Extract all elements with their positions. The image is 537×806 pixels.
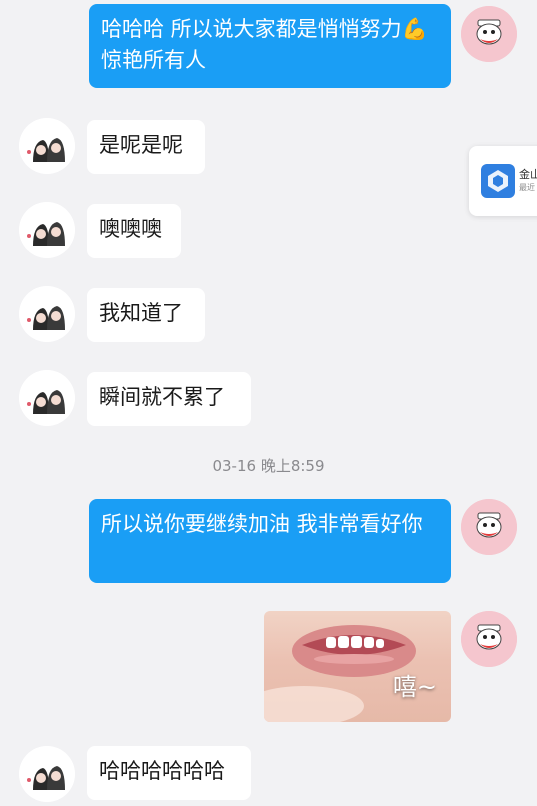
message-timestamp: 03-16 晚上8:59 xyxy=(212,457,325,475)
kingsoft-app-icon xyxy=(481,164,515,198)
message-bubble[interactable]: 是呢是呢 xyxy=(87,120,205,174)
monkey-avatar-icon xyxy=(461,611,517,667)
message-bubble[interactable]: 所以说你要继续加油 我非常看好你 xyxy=(89,499,451,583)
avatar-contact[interactable] xyxy=(19,202,75,258)
avatar-self[interactable] xyxy=(461,499,517,555)
floating-card-subtitle: 最近 xyxy=(519,183,535,192)
avatar-contact[interactable] xyxy=(19,370,75,426)
message-text: 噢噢噢 xyxy=(99,217,162,241)
message-bubble[interactable]: 哈哈哈 所以说大家都是悄悄努力💪惊艳所有人 xyxy=(89,4,451,88)
avatar-contact[interactable] xyxy=(19,118,75,174)
message-text: 哈哈哈哈哈哈 xyxy=(99,759,225,783)
message-text: 哈哈哈 所以说大家都是悄悄努力💪惊艳所有人 xyxy=(101,17,428,72)
message-text: 所以说你要继续加油 我非常看好你 xyxy=(101,512,423,536)
couple-avatar-icon xyxy=(19,746,75,802)
sticker-image[interactable]: 嘻~ xyxy=(264,611,451,722)
avatar-contact[interactable] xyxy=(19,746,75,802)
monkey-avatar-icon xyxy=(461,499,517,555)
couple-avatar-icon xyxy=(19,202,75,258)
message-text: 是呢是呢 xyxy=(99,133,183,157)
couple-avatar-icon xyxy=(19,370,75,426)
couple-avatar-icon xyxy=(19,286,75,342)
message-text: 我知道了 xyxy=(99,301,183,325)
avatar-contact[interactable] xyxy=(19,286,75,342)
message-text: 瞬间就不累了 xyxy=(99,385,225,409)
floating-card-title: 金山 xyxy=(519,168,537,181)
message-bubble[interactable]: 我知道了 xyxy=(87,288,205,342)
floating-app-card[interactable]: 金山 最近 xyxy=(469,146,537,216)
couple-avatar-icon xyxy=(19,118,75,174)
message-bubble[interactable]: 瞬间就不累了 xyxy=(87,372,251,426)
monkey-avatar-icon xyxy=(461,6,517,62)
avatar-self[interactable] xyxy=(461,6,517,62)
sticker-caption: 嘻~ xyxy=(392,673,437,701)
message-bubble[interactable]: 哈哈哈哈哈哈 xyxy=(87,746,251,800)
avatar-self[interactable] xyxy=(461,611,517,667)
message-bubble[interactable]: 噢噢噢 xyxy=(87,204,181,258)
